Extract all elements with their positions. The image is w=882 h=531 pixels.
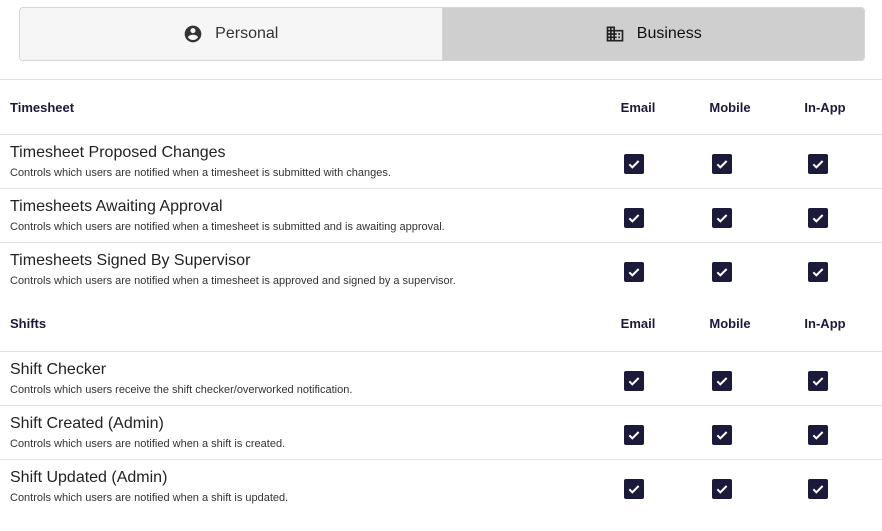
notification-type-tabs: Personal Business <box>19 7 865 61</box>
row-description: Controls which users are notified when a… <box>10 221 445 233</box>
mobile-checkbox[interactable] <box>712 371 732 391</box>
row-title: Shift Updated (Admin) <box>10 469 168 486</box>
row-description: Controls which users are notified when a… <box>10 275 456 287</box>
row-title: Timesheets Awaiting Approval <box>10 198 223 215</box>
business-building-icon <box>605 24 625 44</box>
table-row: Shift Updated (Admin) Controls which use… <box>0 459 882 513</box>
inapp-checkbox[interactable] <box>808 208 828 228</box>
table-row: Timesheet Proposed Changes Controls whic… <box>0 134 882 188</box>
table-row: Timesheets Signed By Supervisor Controls… <box>0 242 882 296</box>
tab-personal-label: Personal <box>215 25 279 42</box>
mobile-checkbox[interactable] <box>712 154 732 174</box>
tab-personal[interactable]: Personal <box>20 8 443 60</box>
account-circle-icon <box>183 24 203 44</box>
inapp-checkbox[interactable] <box>808 479 828 499</box>
column-header-inapp: In-App <box>804 99 846 115</box>
check-icon <box>812 485 824 494</box>
section-title: Shifts <box>10 316 47 331</box>
table-row: Shift Checker Controls which users recei… <box>0 351 882 405</box>
check-icon <box>628 214 640 223</box>
check-icon <box>812 160 824 169</box>
check-icon <box>812 377 824 386</box>
check-icon <box>628 485 640 494</box>
check-icon <box>812 214 824 223</box>
inapp-checkbox[interactable] <box>808 262 828 282</box>
section-title: Timesheet <box>10 99 75 115</box>
check-icon <box>628 268 640 277</box>
section-header-shifts: Shifts Email Mobile In-App <box>0 296 882 351</box>
email-checkbox[interactable] <box>624 371 644 391</box>
check-icon <box>628 431 640 440</box>
mobile-checkbox[interactable] <box>712 425 732 445</box>
mobile-checkbox[interactable] <box>712 479 732 499</box>
check-icon <box>628 160 640 169</box>
row-title: Shift Created (Admin) <box>10 415 164 432</box>
row-description: Controls which users are notified when a… <box>10 492 289 504</box>
mobile-checkbox[interactable] <box>712 262 732 282</box>
inapp-checkbox[interactable] <box>808 371 828 391</box>
check-icon <box>716 431 728 440</box>
column-header-email: Email <box>620 316 656 331</box>
table-row: Timesheets Awaiting Approval Controls wh… <box>0 188 882 242</box>
row-title: Timesheet Proposed Changes <box>10 144 226 161</box>
check-icon <box>716 214 728 223</box>
check-icon <box>716 377 728 386</box>
check-icon <box>716 485 728 494</box>
notification-settings-table: Timesheet Email Mobile In-App Timesheet … <box>0 79 882 513</box>
inapp-checkbox[interactable] <box>808 154 828 174</box>
table-row: Shift Created (Admin) Controls which use… <box>0 405 882 459</box>
tab-business-label: Business <box>636 25 702 42</box>
email-checkbox[interactable] <box>624 425 644 445</box>
row-description: Controls which users are notified when a… <box>10 167 391 179</box>
column-header-mobile: Mobile <box>709 316 751 331</box>
email-checkbox[interactable] <box>624 208 644 228</box>
check-icon <box>716 160 728 169</box>
row-description: Controls which users receive the shift c… <box>10 384 353 396</box>
column-header-mobile: Mobile <box>709 99 751 115</box>
email-checkbox[interactable] <box>624 479 644 499</box>
tab-business[interactable]: Business <box>442 8 864 60</box>
check-icon <box>628 377 640 386</box>
check-icon <box>812 431 824 440</box>
section-header-timesheet: Timesheet Email Mobile In-App <box>0 79 882 134</box>
inapp-checkbox[interactable] <box>808 425 828 445</box>
check-icon <box>716 268 728 277</box>
mobile-checkbox[interactable] <box>712 208 732 228</box>
email-checkbox[interactable] <box>624 262 644 282</box>
row-description: Controls which users are notified when a… <box>10 438 286 450</box>
check-icon <box>812 268 824 277</box>
column-header-email: Email <box>620 99 656 115</box>
column-header-inapp: In-App <box>804 316 846 331</box>
row-title: Timesheets Signed By Supervisor <box>10 252 251 269</box>
email-checkbox[interactable] <box>624 154 644 174</box>
row-title: Shift Checker <box>10 361 107 378</box>
